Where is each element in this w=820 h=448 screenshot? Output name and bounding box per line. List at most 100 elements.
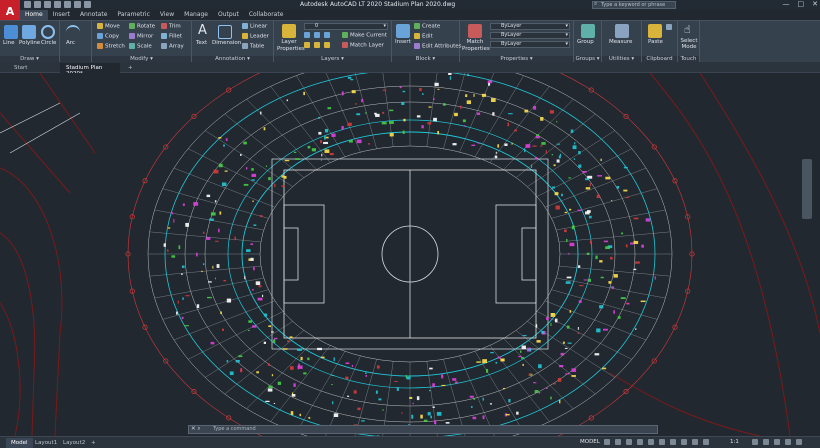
annotation-scale[interactable]: 1:1 (730, 439, 739, 445)
color-dropdown[interactable]: ByLayer (490, 23, 570, 30)
tab-home[interactable]: Home (20, 10, 48, 20)
layer-properties-icon[interactable] (282, 24, 296, 38)
fillet-button[interactable]: Fillet (161, 33, 182, 40)
layer-off-icon[interactable] (304, 32, 310, 38)
plus-icon[interactable] (763, 439, 769, 445)
stretch-button[interactable]: Stretch (97, 43, 125, 50)
select-mode-button[interactable]: Select Mode (679, 38, 699, 50)
paste-icon[interactable] (648, 24, 662, 38)
paste-button[interactable]: Paste (648, 39, 663, 45)
dimension-icon[interactable] (218, 25, 232, 39)
command-input[interactable]: Type a command (213, 426, 256, 432)
lineweight-dropdown[interactable]: ByLayer (490, 41, 570, 48)
selection-cycling-icon[interactable] (670, 439, 676, 445)
dimension-button[interactable]: Dimension (212, 40, 241, 46)
edit-attributes-button[interactable]: Edit Attributes (414, 43, 462, 50)
group-button[interactable]: Group (577, 39, 594, 45)
layer-isolate-icon[interactable] (314, 32, 320, 38)
new-tab-button[interactable]: + (122, 63, 139, 73)
tab-stadium-plan[interactable]: Stadium Plan 2020* (60, 63, 120, 77)
drawing-viewport[interactable] (0, 73, 820, 436)
table-button[interactable]: Table (242, 43, 264, 50)
plot-icon[interactable] (64, 1, 71, 8)
polar-icon[interactable] (637, 439, 643, 445)
fullscreen-icon[interactable] (785, 439, 791, 445)
mirror-button[interactable]: Mirror (129, 33, 153, 40)
polyline-icon[interactable] (22, 25, 36, 39)
command-close-icon[interactable]: ✕ ⌕ (191, 426, 200, 433)
insert-button[interactable]: Insert (395, 39, 411, 45)
scale-button[interactable]: Scale (129, 43, 152, 50)
save-icon[interactable] (44, 1, 51, 8)
command-line[interactable]: ✕ ⌕ Type a command (188, 425, 658, 434)
linear-button[interactable]: Linear (242, 23, 267, 30)
tab-view[interactable]: View (155, 10, 179, 20)
arc-icon[interactable] (66, 25, 80, 39)
navigation-bar[interactable] (802, 159, 812, 219)
tab-annotate[interactable]: Annotate (75, 10, 112, 20)
text-icon[interactable]: A (198, 23, 207, 38)
match-properties-icon[interactable] (468, 24, 482, 38)
layer-unlock-icon[interactable] (314, 42, 320, 48)
linetype-dropdown[interactable]: ByLayer (490, 32, 570, 39)
layer-lock-icon[interactable] (304, 42, 310, 48)
line-icon[interactable] (4, 25, 18, 39)
measure-button[interactable]: Measure (609, 39, 632, 45)
copy-button[interactable]: Copy (97, 33, 119, 40)
lineweight-icon[interactable] (659, 439, 665, 445)
rotate-button[interactable]: Rotate (129, 23, 155, 30)
workspace-icon[interactable] (692, 439, 698, 445)
annotation-visibility-icon[interactable] (681, 439, 687, 445)
undo-icon[interactable] (74, 1, 81, 8)
isolate-icon[interactable] (703, 439, 709, 445)
tab-insert[interactable]: Insert (48, 10, 75, 20)
model-space-toggle[interactable]: MODEL (580, 439, 600, 445)
osnap-icon[interactable] (648, 439, 654, 445)
grid-icon[interactable] (604, 439, 610, 445)
search-input[interactable]: Type a keyword or phrase (592, 1, 676, 9)
insert-icon[interactable] (396, 24, 410, 38)
leader-button[interactable]: Leader (242, 33, 269, 40)
app-menu-button[interactable]: A (0, 0, 20, 22)
new-layout-button[interactable]: + (86, 438, 101, 448)
tab-start[interactable]: Start (8, 63, 33, 73)
close-button[interactable]: ✕ (812, 0, 818, 8)
match-layer-button[interactable]: Match Layer (342, 42, 384, 49)
trim-button[interactable]: Trim (161, 23, 181, 30)
redo-icon[interactable] (84, 1, 91, 8)
line-button[interactable]: Line (3, 40, 14, 46)
hand-pointer-icon[interactable]: ☝ (684, 23, 691, 36)
layer-freeze-icon[interactable] (324, 32, 330, 38)
stadium-drawing[interactable] (0, 73, 820, 436)
measure-icon[interactable] (615, 24, 629, 38)
layer-properties-button[interactable]: Layer Properties (277, 39, 305, 53)
maximize-button[interactable]: □ (798, 0, 805, 8)
minimize-button[interactable]: — (783, 0, 790, 8)
gear-icon[interactable] (752, 439, 758, 445)
open-icon[interactable] (34, 1, 41, 8)
ui-lock-icon[interactable] (774, 439, 780, 445)
save-as-icon[interactable] (54, 1, 61, 8)
new-icon[interactable] (24, 1, 31, 8)
tab-output[interactable]: Output (213, 10, 244, 20)
customize-icon[interactable] (796, 439, 802, 445)
tab-parametric[interactable]: Parametric (112, 10, 155, 20)
arc-button[interactable]: Arc (66, 40, 75, 46)
edit-block-button[interactable]: Edit (414, 33, 433, 40)
match-properties-button[interactable]: Match Properties (462, 39, 490, 53)
tab-manage[interactable]: Manage (179, 10, 213, 20)
ortho-icon[interactable] (626, 439, 632, 445)
circle-button[interactable]: Circle (41, 40, 56, 46)
text-button[interactable]: Text (196, 40, 207, 46)
make-current-button[interactable]: Make Current (342, 32, 387, 39)
create-block-button[interactable]: Create (414, 23, 440, 30)
move-button[interactable]: Move (97, 23, 120, 30)
array-button[interactable]: Array (161, 43, 184, 50)
tab-collaborate[interactable]: Collaborate (244, 10, 289, 20)
circle-icon[interactable] (41, 25, 55, 39)
group-icon[interactable] (581, 24, 595, 38)
polyline-button[interactable]: Polyline (19, 40, 40, 46)
tab-model[interactable]: Model (6, 438, 33, 448)
layer-walk-icon[interactable] (324, 42, 330, 48)
snap-icon[interactable] (615, 439, 621, 445)
